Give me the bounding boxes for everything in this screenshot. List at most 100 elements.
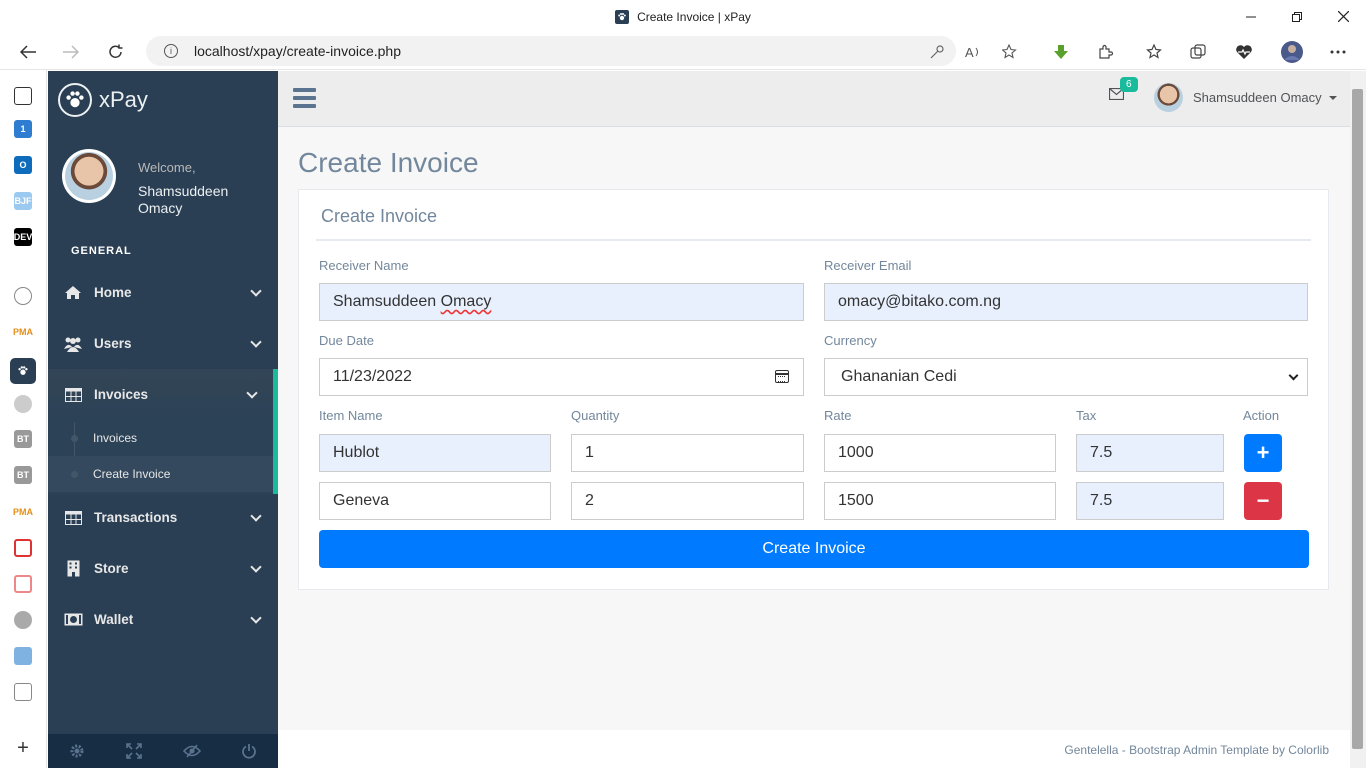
sidebar-item-wallet[interactable]: Wallet: [48, 594, 278, 645]
window-titlebar: Create Invoice | xPay: [0, 0, 1366, 33]
sidebar-item-transactions[interactable]: Transactions: [48, 492, 278, 543]
download-extension-icon[interactable]: [1046, 33, 1076, 70]
outlook-icon[interactable]: O: [14, 156, 32, 174]
collections-icon[interactable]: [1183, 33, 1213, 70]
bt-icon-2[interactable]: BT: [14, 466, 32, 484]
page-footer: Gentelella - Bootstrap Admin Template by…: [278, 730, 1350, 768]
quantity-label: Quantity: [571, 408, 620, 423]
mail-count-badge: 6: [1120, 77, 1138, 92]
paw-icon: [58, 83, 92, 117]
receiver-email-input[interactable]: omacy@bitako.com.ng: [824, 283, 1308, 321]
eye-slash-icon[interactable]: [163, 734, 221, 768]
action-label: Action: [1243, 408, 1280, 423]
maximize-button[interactable]: [1274, 0, 1320, 33]
settings-gear-icon[interactable]: [48, 734, 106, 768]
search-tab-icon[interactable]: [14, 611, 32, 629]
item-name-label: Item Name: [319, 408, 383, 423]
main-content: Create Invoice Create Invoice Receiver N…: [278, 127, 1350, 730]
submenu-item-invoices[interactable]: Invoices: [48, 420, 273, 456]
receiver-name-input[interactable]: Shamsuddeen Omacy: [319, 283, 804, 321]
site-info-icon[interactable]: i: [164, 44, 178, 58]
profile-avatar-icon[interactable]: [1277, 33, 1307, 70]
forward-button[interactable]: [56, 33, 86, 70]
tax-input[interactable]: 7.5: [1076, 434, 1224, 472]
topnav-user-name: Shamsuddeen Omacy: [1193, 90, 1322, 105]
submenu-item-label: Invoices: [93, 431, 138, 445]
quantity-input[interactable]: 2: [571, 482, 804, 520]
sidebar-item-label: Invoices: [94, 387, 149, 402]
add-item-button[interactable]: +: [1244, 434, 1282, 472]
create-invoice-button[interactable]: Create Invoice: [319, 530, 1309, 568]
shape-tab-icon[interactable]: [14, 647, 32, 665]
welcome-text: Welcome,: [138, 160, 196, 175]
add-favorite-icon[interactable]: [995, 33, 1025, 70]
tab-actions-icon[interactable]: [14, 87, 32, 105]
quantity-input[interactable]: 1: [571, 434, 804, 472]
avatar: [1154, 83, 1183, 112]
extensions-icon[interactable]: [1090, 33, 1120, 70]
tab-1-icon[interactable]: 1: [14, 120, 32, 138]
minus-icon: −: [1256, 488, 1270, 513]
submenu-item-create-invoice[interactable]: Create Invoice: [48, 456, 273, 492]
bullet-icon: [71, 435, 78, 442]
sidebar-item-users[interactable]: Users: [48, 318, 278, 369]
xpay-tab-icon[interactable]: [10, 358, 36, 384]
page-scrollbar[interactable]: [1350, 71, 1366, 768]
xpay-favicon-icon: [615, 9, 630, 24]
tax-label: Tax: [1076, 408, 1097, 423]
minimize-button[interactable]: [1228, 0, 1274, 33]
red-tab-icon-2[interactable]: [14, 575, 32, 593]
anchor-icon[interactable]: [14, 395, 32, 413]
favorites-icon[interactable]: [1139, 33, 1169, 70]
rate-input[interactable]: 1000: [824, 434, 1056, 472]
sidebar-item-home[interactable]: Home: [48, 267, 278, 318]
chevron-down-icon: [1288, 370, 1299, 381]
chevron-down-icon: [250, 561, 262, 573]
power-off-icon[interactable]: [221, 734, 279, 768]
due-date-input[interactable]: 11/23/2022: [319, 358, 804, 396]
fullscreen-icon[interactable]: [106, 734, 164, 768]
brand[interactable]: xPay: [58, 83, 148, 117]
item-name-input[interactable]: Hublot: [319, 434, 551, 472]
currency-select[interactable]: Ghananian Cedi: [824, 358, 1308, 396]
bjf-icon[interactable]: BJF: [14, 192, 32, 210]
health-icon[interactable]: [1229, 33, 1259, 70]
user-profile-dropdown[interactable]: Shamsuddeen Omacy: [1154, 83, 1337, 112]
sidebar-item-label: Users: [94, 336, 132, 351]
remove-item-button[interactable]: −: [1244, 482, 1282, 520]
caret-down-icon: [1328, 95, 1337, 100]
sidebar-item-store[interactable]: Store: [48, 543, 278, 594]
table-icon: [62, 387, 84, 402]
key-icon[interactable]: [922, 33, 952, 70]
chevron-down-icon: [250, 612, 262, 624]
rate-label: Rate: [824, 408, 852, 423]
document-icon[interactable]: [14, 683, 32, 701]
refresh-button[interactable]: [101, 33, 131, 70]
new-tab-icon[interactable]: +: [14, 737, 32, 759]
currency-label: Currency: [824, 333, 877, 348]
red-tab-icon[interactable]: [14, 539, 32, 557]
dev-icon[interactable]: DEV: [14, 228, 32, 246]
item-name-input[interactable]: Geneva: [319, 482, 551, 520]
github-icon[interactable]: [14, 287, 32, 305]
pma-icon-2[interactable]: PMA: [13, 503, 33, 521]
calendar-icon[interactable]: [775, 370, 789, 383]
pma-icon[interactable]: PMA: [13, 323, 33, 341]
read-aloud-icon[interactable]: A: [958, 33, 988, 70]
scrollbar-thumb[interactable]: [1352, 89, 1363, 749]
receiver-name-label: Receiver Name: [319, 258, 409, 273]
panel-title: Create Invoice: [321, 206, 438, 226]
bt-icon[interactable]: BT: [14, 430, 32, 448]
close-window-button[interactable]: [1320, 0, 1366, 33]
due-date-label: Due Date: [319, 333, 374, 348]
address-bar[interactable]: i localhost/xpay/create-invoice.php: [146, 36, 956, 66]
receiver-name-first: Shamsuddeen: [333, 293, 437, 310]
menu-toggle-icon[interactable]: [293, 88, 316, 108]
sidebar-item-invoices[interactable]: Invoices: [48, 369, 278, 420]
tax-input[interactable]: 7.5: [1076, 482, 1224, 520]
more-menu-icon[interactable]: [1323, 33, 1353, 70]
back-button[interactable]: [13, 33, 43, 70]
address-url[interactable]: localhost/xpay/create-invoice.php: [194, 43, 401, 59]
invoice-panel: Create Invoice Receiver Name Shamsuddeen…: [298, 189, 1329, 590]
rate-input[interactable]: 1500: [824, 482, 1056, 520]
